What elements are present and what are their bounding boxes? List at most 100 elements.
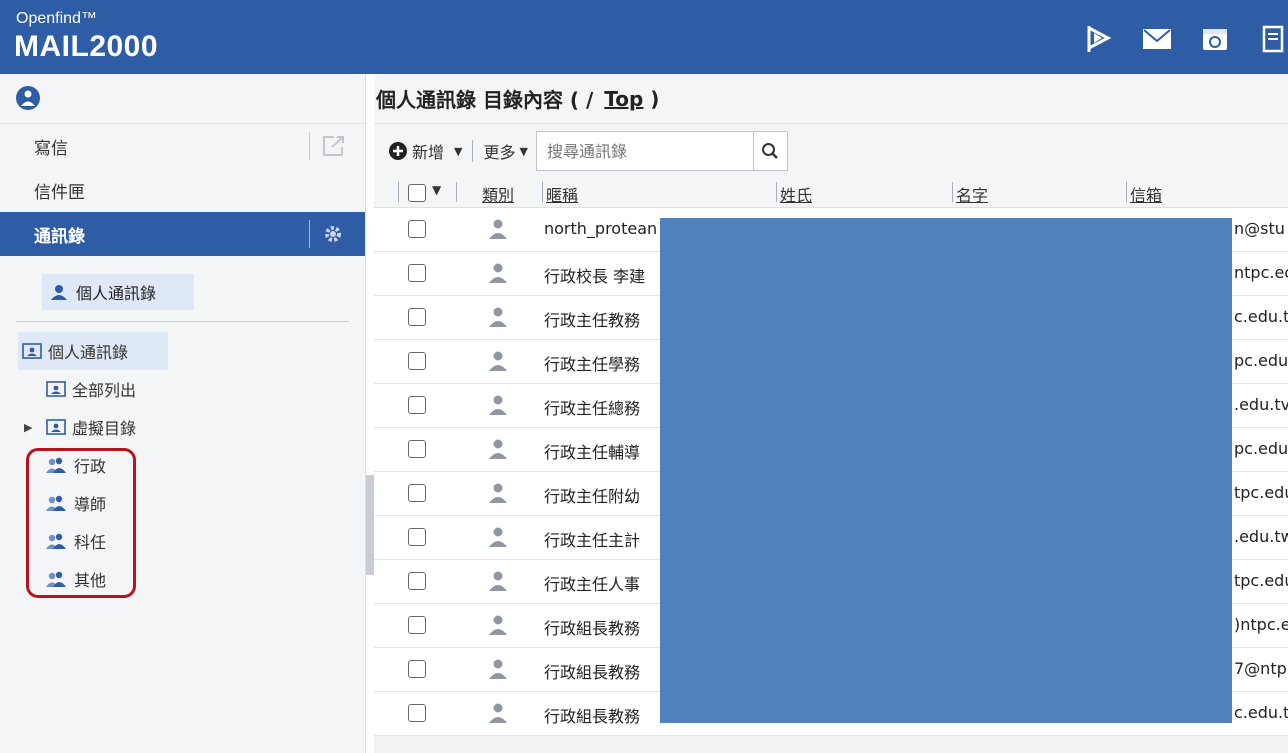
- column-email[interactable]: 信箱: [1130, 182, 1162, 206]
- brand-small: Openfind™: [16, 10, 97, 27]
- breadcrumb-suffix: ): [643, 86, 660, 111]
- top-header: Openfind™ MAIL2000: [0, 0, 1288, 74]
- breadcrumb-prefix: 個人通訊錄 目錄內容 ( /: [376, 88, 601, 112]
- row-email: )ntpc.e: [1234, 615, 1288, 634]
- row-checkbox[interactable]: [408, 440, 426, 458]
- row-email: 7@ntp: [1234, 659, 1287, 678]
- tree-list-all[interactable]: 全部列出: [18, 370, 348, 408]
- left-sidebar: 寫信 信件匣 通訊錄 個人通訊錄 個人通訊錄 全部列出 ▶ 虛擬目錄 行政 導師…: [0, 74, 366, 753]
- nav-contacts-label: 通訊錄: [34, 226, 85, 247]
- nav-compose-label: 寫信: [34, 138, 68, 159]
- expand-arrow-icon[interactable]: ▶: [24, 421, 32, 434]
- gear-icon[interactable]: [309, 220, 355, 248]
- row-email: pc.edu.: [1234, 439, 1288, 458]
- person-icon: [488, 350, 508, 376]
- notes-icon[interactable]: [1258, 24, 1288, 54]
- tree-virtual-folder[interactable]: ▶ 虛擬目錄: [18, 408, 348, 446]
- column-lastname[interactable]: 姓氏: [780, 182, 812, 206]
- toolbar: 新增 ▼ 更多 ▼: [374, 124, 1288, 178]
- toolbar-separator: [472, 140, 474, 162]
- contact-card-icon: [46, 419, 66, 435]
- row-nickname: 行政組長教務: [544, 663, 641, 682]
- left-divider: [16, 321, 349, 322]
- select-menu-chevron-icon[interactable]: ▼: [432, 183, 441, 197]
- person-icon: [488, 614, 508, 640]
- row-nickname: 行政主任教務: [544, 311, 641, 330]
- row-nickname: north_protean: [544, 219, 658, 238]
- nav-contacts[interactable]: 通訊錄: [0, 212, 365, 256]
- row-checkbox[interactable]: [408, 528, 426, 546]
- row-checkbox[interactable]: [408, 704, 426, 722]
- contact-card-icon: [46, 381, 66, 397]
- column-separator: [952, 182, 953, 202]
- chevron-down-icon: ▼: [519, 144, 528, 158]
- row-email: tpc.edu: [1234, 483, 1288, 502]
- row-email: tpc.edu: [1234, 571, 1288, 590]
- person-icon: [51, 285, 67, 300]
- row-email: c.edu.t: [1234, 703, 1288, 722]
- pane-collapse-handle[interactable]: [366, 475, 374, 575]
- tree-virtual-label: 虛擬目錄: [72, 419, 137, 438]
- contact-card-icon: [22, 343, 42, 359]
- table-header: ▼ 類別 暱稱 姓氏 名字 信箱: [374, 178, 1288, 208]
- plus-circle-icon: [389, 142, 407, 160]
- person-icon: [488, 482, 508, 508]
- column-separator: [456, 182, 457, 202]
- mail-icon[interactable]: [1142, 24, 1172, 54]
- column-type[interactable]: 類別: [482, 182, 514, 206]
- row-checkbox[interactable]: [408, 616, 426, 634]
- flag-icon[interactable]: [1084, 24, 1114, 54]
- search-input[interactable]: [536, 132, 753, 170]
- column-nickname[interactable]: 暱稱: [546, 182, 578, 206]
- tree-root-personal[interactable]: 個人通訊錄: [18, 332, 168, 370]
- person-icon: [488, 438, 508, 464]
- personal-addressbook-label: 個人通訊錄: [76, 284, 157, 303]
- row-nickname: 行政組長教務: [544, 619, 641, 638]
- row-nickname: 行政校長 李建: [544, 267, 646, 286]
- add-button-label: 新增: [412, 143, 445, 162]
- more-button[interactable]: 更多 ▼: [483, 139, 527, 163]
- bottom-scroll-area[interactable]: [374, 736, 1288, 753]
- select-all-checkbox[interactable]: [408, 184, 426, 202]
- chevron-down-icon: ▼: [454, 144, 463, 158]
- popout-icon[interactable]: [309, 132, 355, 160]
- person-icon: [488, 394, 508, 420]
- column-separator: [542, 182, 543, 202]
- row-email: pc.edu.: [1234, 351, 1288, 370]
- highlight-annotation: [26, 448, 136, 598]
- row-checkbox[interactable]: [408, 484, 426, 502]
- nav-mailbox[interactable]: 信件匣: [0, 168, 365, 212]
- row-nickname: 行政主任輔導: [544, 443, 641, 462]
- breadcrumb-top-link[interactable]: Top: [604, 87, 643, 111]
- row-checkbox[interactable]: [408, 396, 426, 414]
- user-row: [0, 74, 365, 124]
- add-button[interactable]: 新增 ▼: [388, 139, 462, 163]
- user-avatar-icon[interactable]: [16, 86, 40, 110]
- row-email: .edu.tw: [1234, 527, 1288, 546]
- tree-list-all-label: 全部列出: [72, 381, 137, 400]
- person-icon: [488, 702, 508, 728]
- row-email: n@stu: [1234, 219, 1285, 238]
- row-checkbox[interactable]: [408, 308, 426, 326]
- row-checkbox[interactable]: [408, 572, 426, 590]
- column-separator: [1126, 182, 1127, 202]
- search-box: [535, 131, 788, 171]
- column-firstname[interactable]: 名字: [956, 182, 988, 206]
- column-separator: [776, 182, 777, 202]
- person-icon: [488, 306, 508, 332]
- search-icon[interactable]: [752, 132, 787, 170]
- column-separator: [398, 182, 399, 202]
- breadcrumb: 個人通訊錄 目錄內容 ( / Top ): [374, 74, 1288, 124]
- brand-logo[interactable]: MAIL2000: [14, 30, 158, 64]
- row-nickname: 行政主任人事: [544, 575, 641, 594]
- row-checkbox[interactable]: [408, 220, 426, 238]
- row-checkbox[interactable]: [408, 264, 426, 282]
- row-nickname: 行政主任總務: [544, 399, 641, 418]
- nav-compose[interactable]: 寫信: [0, 124, 365, 168]
- row-checkbox[interactable]: [408, 660, 426, 678]
- personal-addressbook-button[interactable]: 個人通訊錄: [42, 274, 194, 310]
- calendar-icon[interactable]: [1200, 24, 1230, 54]
- tree-root-label: 個人通訊錄: [48, 343, 129, 362]
- nav-mailbox-label: 信件匣: [34, 182, 85, 203]
- row-checkbox[interactable]: [408, 352, 426, 370]
